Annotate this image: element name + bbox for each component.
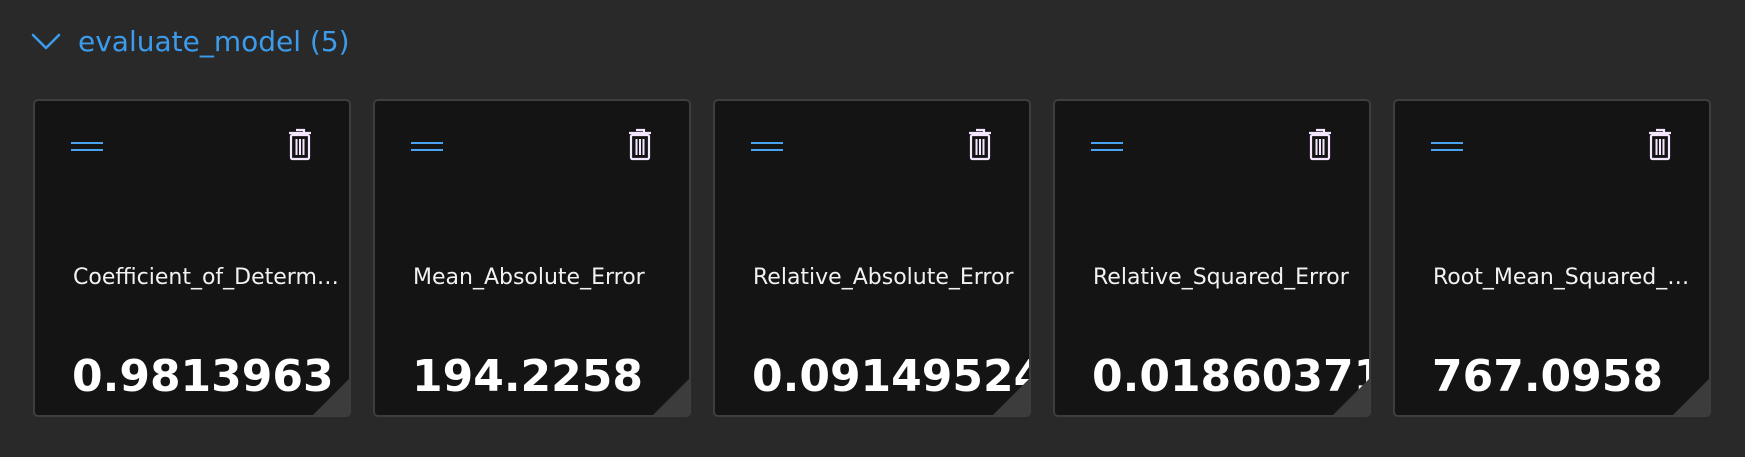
metric-name: Relative_Squared_Error	[1093, 265, 1349, 290]
metric-name: Coefficient_of_Determi...	[73, 265, 339, 290]
metric-name: Mean_Absolute_Error	[413, 265, 645, 290]
trash-icon[interactable]	[963, 124, 997, 164]
section-title[interactable]: evaluate_model (5)	[78, 24, 350, 60]
resize-corner-icon[interactable]	[1333, 379, 1369, 415]
metric-card: Relative_Absolute_Error 0.09149524	[713, 99, 1031, 417]
metric-value: 0.9813963	[72, 351, 334, 402]
metric-name: Root_Mean_Squared_E...	[1433, 265, 1699, 290]
metric-value: 0.09149524	[752, 351, 1031, 402]
drag-handle-icon[interactable]	[70, 139, 104, 153]
metric-cards: Coefficient_of_Determi... 0.9813963 Mean…	[33, 99, 1711, 417]
metric-value: 767.0958	[1432, 351, 1664, 402]
drag-handle-icon[interactable]	[1430, 139, 1464, 153]
drag-handle-icon[interactable]	[1090, 139, 1124, 153]
chevron-down-icon[interactable]	[28, 24, 64, 60]
drag-handle-icon[interactable]	[750, 139, 784, 153]
resize-corner-icon[interactable]	[653, 379, 689, 415]
metric-card: Mean_Absolute_Error 194.2258	[373, 99, 691, 417]
metric-card: Coefficient_of_Determi... 0.9813963	[33, 99, 351, 417]
metric-value: 0.01860371	[1092, 351, 1371, 402]
metric-card: Relative_Squared_Error 0.01860371	[1053, 99, 1371, 417]
resize-corner-icon[interactable]	[1673, 379, 1709, 415]
drag-handle-icon[interactable]	[410, 139, 444, 153]
trash-icon[interactable]	[623, 124, 657, 164]
metric-name: Relative_Absolute_Error	[753, 265, 1014, 290]
trash-icon[interactable]	[1643, 124, 1677, 164]
section-toggle[interactable]: evaluate_model (5)	[28, 20, 350, 64]
resize-corner-icon[interactable]	[313, 379, 349, 415]
trash-icon[interactable]	[1303, 124, 1337, 164]
metric-value: 194.2258	[412, 351, 644, 402]
trash-icon[interactable]	[283, 124, 317, 164]
metric-card: Root_Mean_Squared_E... 767.0958	[1393, 99, 1711, 417]
resize-corner-icon[interactable]	[993, 379, 1029, 415]
